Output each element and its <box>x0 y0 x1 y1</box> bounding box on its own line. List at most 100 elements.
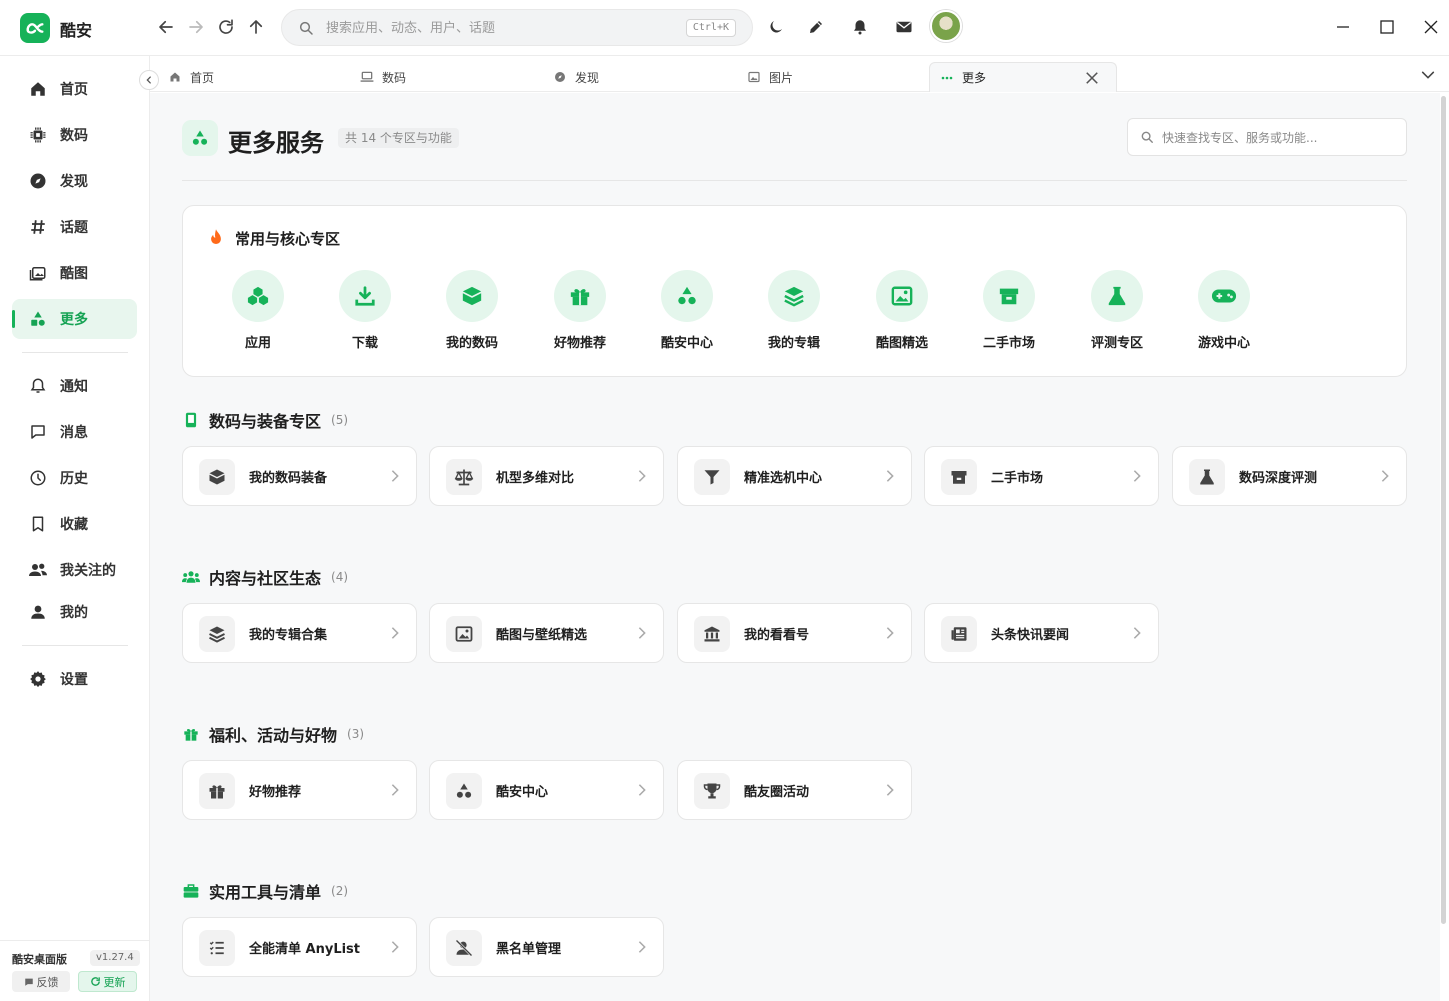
sidebar-item-discover[interactable]: 发现 <box>12 161 137 201</box>
service-card-my-album-collection[interactable]: 我的专辑合集 <box>182 603 417 663</box>
collapse-sidebar-chevron-icon[interactable] <box>139 70 159 90</box>
service-card-headlines[interactable]: 头条快讯要闻 <box>924 603 1159 663</box>
layers-icon <box>768 270 820 322</box>
forward-arrow-icon[interactable] <box>185 16 207 38</box>
tab-digital[interactable]: 数码 <box>360 62 540 92</box>
download-icon <box>339 270 391 322</box>
dots-icon <box>940 71 954 85</box>
sidebar-item-history[interactable]: 历史 <box>12 458 137 498</box>
service-card-wallpapers[interactable]: 酷图与壁纸精选 <box>429 603 664 663</box>
service-card-anylist[interactable]: 全能清单 AnyList <box>182 917 417 977</box>
service-card-secondhand-market[interactable]: 二手市场 <box>924 446 1159 506</box>
search-input[interactable] <box>326 18 656 38</box>
chevron-right-icon <box>388 939 402 955</box>
sidebar-item-mine[interactable]: 我的 <box>12 592 137 632</box>
pencil-edit-icon[interactable] <box>805 16 827 38</box>
service-label: 酷友圈活动 <box>744 785 810 800</box>
sidebar-item-label: 更多 <box>60 312 88 328</box>
core-item-reviews[interactable]: 评测专区 <box>1082 270 1152 356</box>
core-item-label: 酷图精选 <box>875 336 928 351</box>
chevron-right-icon <box>1130 625 1144 641</box>
user-avatar[interactable] <box>930 10 962 42</box>
global-search[interactable]: Ctrl+K <box>281 9 753 46</box>
shapes-icon <box>446 773 482 809</box>
flame-icon <box>207 228 225 246</box>
sidebar-item-messages[interactable]: 消息 <box>12 412 137 452</box>
section-tools-lists: 实用工具与清单 (2) <box>182 880 348 902</box>
core-item-game-center[interactable]: 游戏中心 <box>1189 270 1259 356</box>
mail-icon[interactable] <box>893 16 915 38</box>
service-card-phone-finder[interactable]: 精准选机中心 <box>677 446 912 506</box>
core-item-my-albums[interactable]: 我的专辑 <box>759 270 829 356</box>
minimize-icon[interactable] <box>1333 17 1353 37</box>
sidebar-item-home[interactable]: 首页 <box>12 69 137 109</box>
image-icon <box>876 270 928 322</box>
dark-mode-moon-icon[interactable] <box>765 16 787 38</box>
service-label: 酷图与壁纸精选 <box>496 628 588 643</box>
quick-search-input[interactable] <box>1162 129 1397 147</box>
tab-label: 发现 <box>575 70 600 85</box>
back-arrow-icon[interactable] <box>155 16 177 38</box>
service-card-my-digital-gear[interactable]: 我的数码装备 <box>182 446 417 506</box>
core-zone-title: 常用与核心专区 <box>235 230 341 248</box>
core-item-downloads[interactable]: 下载 <box>330 270 400 356</box>
sidebar-item-notifications[interactable]: 通知 <box>12 366 137 406</box>
service-card-model-compare[interactable]: 机型多维对比 <box>429 446 664 506</box>
title-bar: 酷安 Ctrl+K <box>0 0 1449 56</box>
refresh-icon[interactable] <box>215 16 237 38</box>
sidebar-item-topics[interactable]: 话题 <box>12 207 137 247</box>
refresh-icon <box>90 976 101 987</box>
chevron-right-icon <box>883 782 897 798</box>
sidebar-item-following[interactable]: 我关注的 <box>12 550 137 590</box>
core-item-label: 下载 <box>351 336 378 351</box>
images-icon <box>28 263 48 283</box>
service-card-deep-reviews[interactable]: 数码深度评测 <box>1172 446 1407 506</box>
core-item-my-digital[interactable]: 我的数码 <box>437 270 507 356</box>
tab-discover[interactable]: 发现 <box>553 62 733 92</box>
core-item-coolapk-center[interactable]: 酷安中心 <box>652 270 722 356</box>
quick-search[interactable] <box>1127 118 1407 156</box>
service-card-blacklist[interactable]: 黑名单管理 <box>429 917 664 977</box>
up-arrow-icon[interactable] <box>245 16 267 38</box>
feedback-button[interactable]: 反馈 <box>12 971 70 992</box>
tab-images[interactable]: 图片 <box>747 62 927 92</box>
tab-label: 图片 <box>769 70 794 85</box>
search-icon <box>298 20 314 36</box>
scrollbar-thumb[interactable] <box>1441 96 1446 924</box>
shapes-icon <box>182 120 218 156</box>
service-card-friend-activities[interactable]: 酷友圈活动 <box>677 760 912 820</box>
chevron-right-icon <box>635 939 649 955</box>
sidebar-divider <box>22 645 128 646</box>
tab-label: 首页 <box>190 70 215 85</box>
sidebar-item-label: 历史 <box>60 471 88 487</box>
sidebar-item-favorites[interactable]: 收藏 <box>12 504 137 544</box>
service-label: 我的看看号 <box>744 628 810 643</box>
core-item-picture-picks[interactable]: 酷图精选 <box>867 270 937 356</box>
sidebar-item-label: 通知 <box>60 379 88 395</box>
bell-notification-icon[interactable] <box>849 16 871 38</box>
users-icon <box>182 568 200 586</box>
core-item-secondhand-market[interactable]: 二手市场 <box>974 270 1044 356</box>
app-name: 酷安 <box>60 21 93 40</box>
close-tab-icon[interactable] <box>1084 70 1100 86</box>
tab-home[interactable]: 首页 <box>168 62 348 92</box>
core-item-recommendations[interactable]: 好物推荐 <box>545 270 615 356</box>
sidebar-item-settings[interactable]: 设置 <box>12 659 137 699</box>
core-item-apps[interactable]: 应用 <box>223 270 293 356</box>
service-card-coolapk-center[interactable]: 酷安中心 <box>429 760 664 820</box>
sidebar-item-digital[interactable]: 数码 <box>12 115 137 155</box>
service-label: 我的专辑合集 <box>249 628 328 643</box>
sidebar-item-pictures[interactable]: 酷图 <box>12 253 137 293</box>
service-card-my-kankan[interactable]: 我的看看号 <box>677 603 912 663</box>
service-card-good-picks[interactable]: 好物推荐 <box>182 760 417 820</box>
tab-list-chevron-down-icon[interactable] <box>1419 66 1437 84</box>
tab-more[interactable]: 更多 <box>929 62 1117 92</box>
update-button[interactable]: 更新 <box>78 971 137 992</box>
gift-icon <box>199 773 235 809</box>
header-divider <box>182 180 1407 181</box>
sidebar-item-more[interactable]: 更多 <box>12 299 137 339</box>
gift-icon <box>182 725 200 743</box>
app-edition-label: 酷安桌面版 <box>12 953 67 966</box>
close-window-icon[interactable] <box>1421 17 1441 37</box>
maximize-icon[interactable] <box>1377 17 1397 37</box>
